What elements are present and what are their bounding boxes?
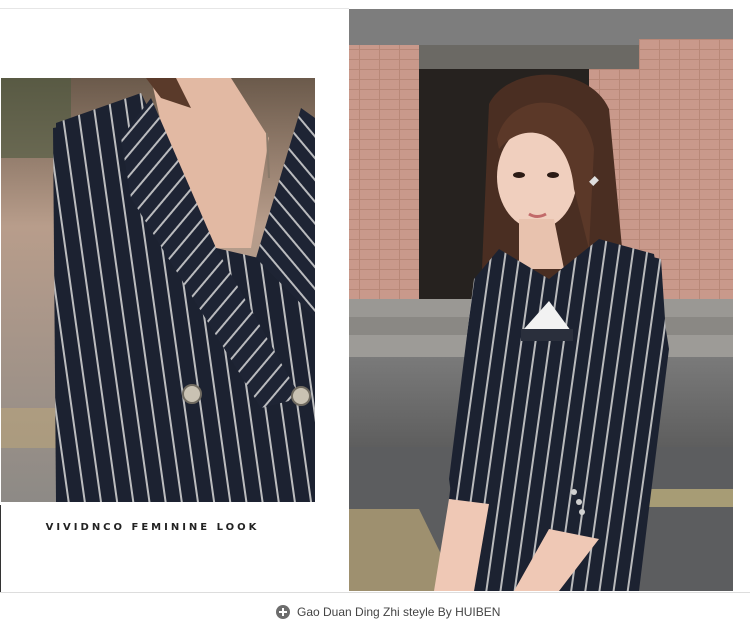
plus-circle-icon[interactable] (276, 605, 290, 619)
footer-credit[interactable]: Gao Duan Ding Zhi steyle By HUIBEN (276, 605, 500, 619)
jacket-closeup-image (1, 78, 315, 502)
jacket-closeup-photo (1, 78, 315, 502)
model-photo (349, 9, 733, 591)
footer-credit-text: Gao Duan Ding Zhi steyle By HUIBEN (297, 605, 501, 619)
footer-bar: Gao Duan Ding Zhi steyle By HUIBEN (0, 592, 750, 625)
divider-line (0, 505, 1, 593)
model-image (349, 9, 733, 591)
collection-caption: VIVIDNCO FEMININE LOOK (45, 522, 260, 533)
product-gallery: VIVIDNCO FEMININE LOOK Gao Duan Ding Zhi… (0, 0, 750, 625)
